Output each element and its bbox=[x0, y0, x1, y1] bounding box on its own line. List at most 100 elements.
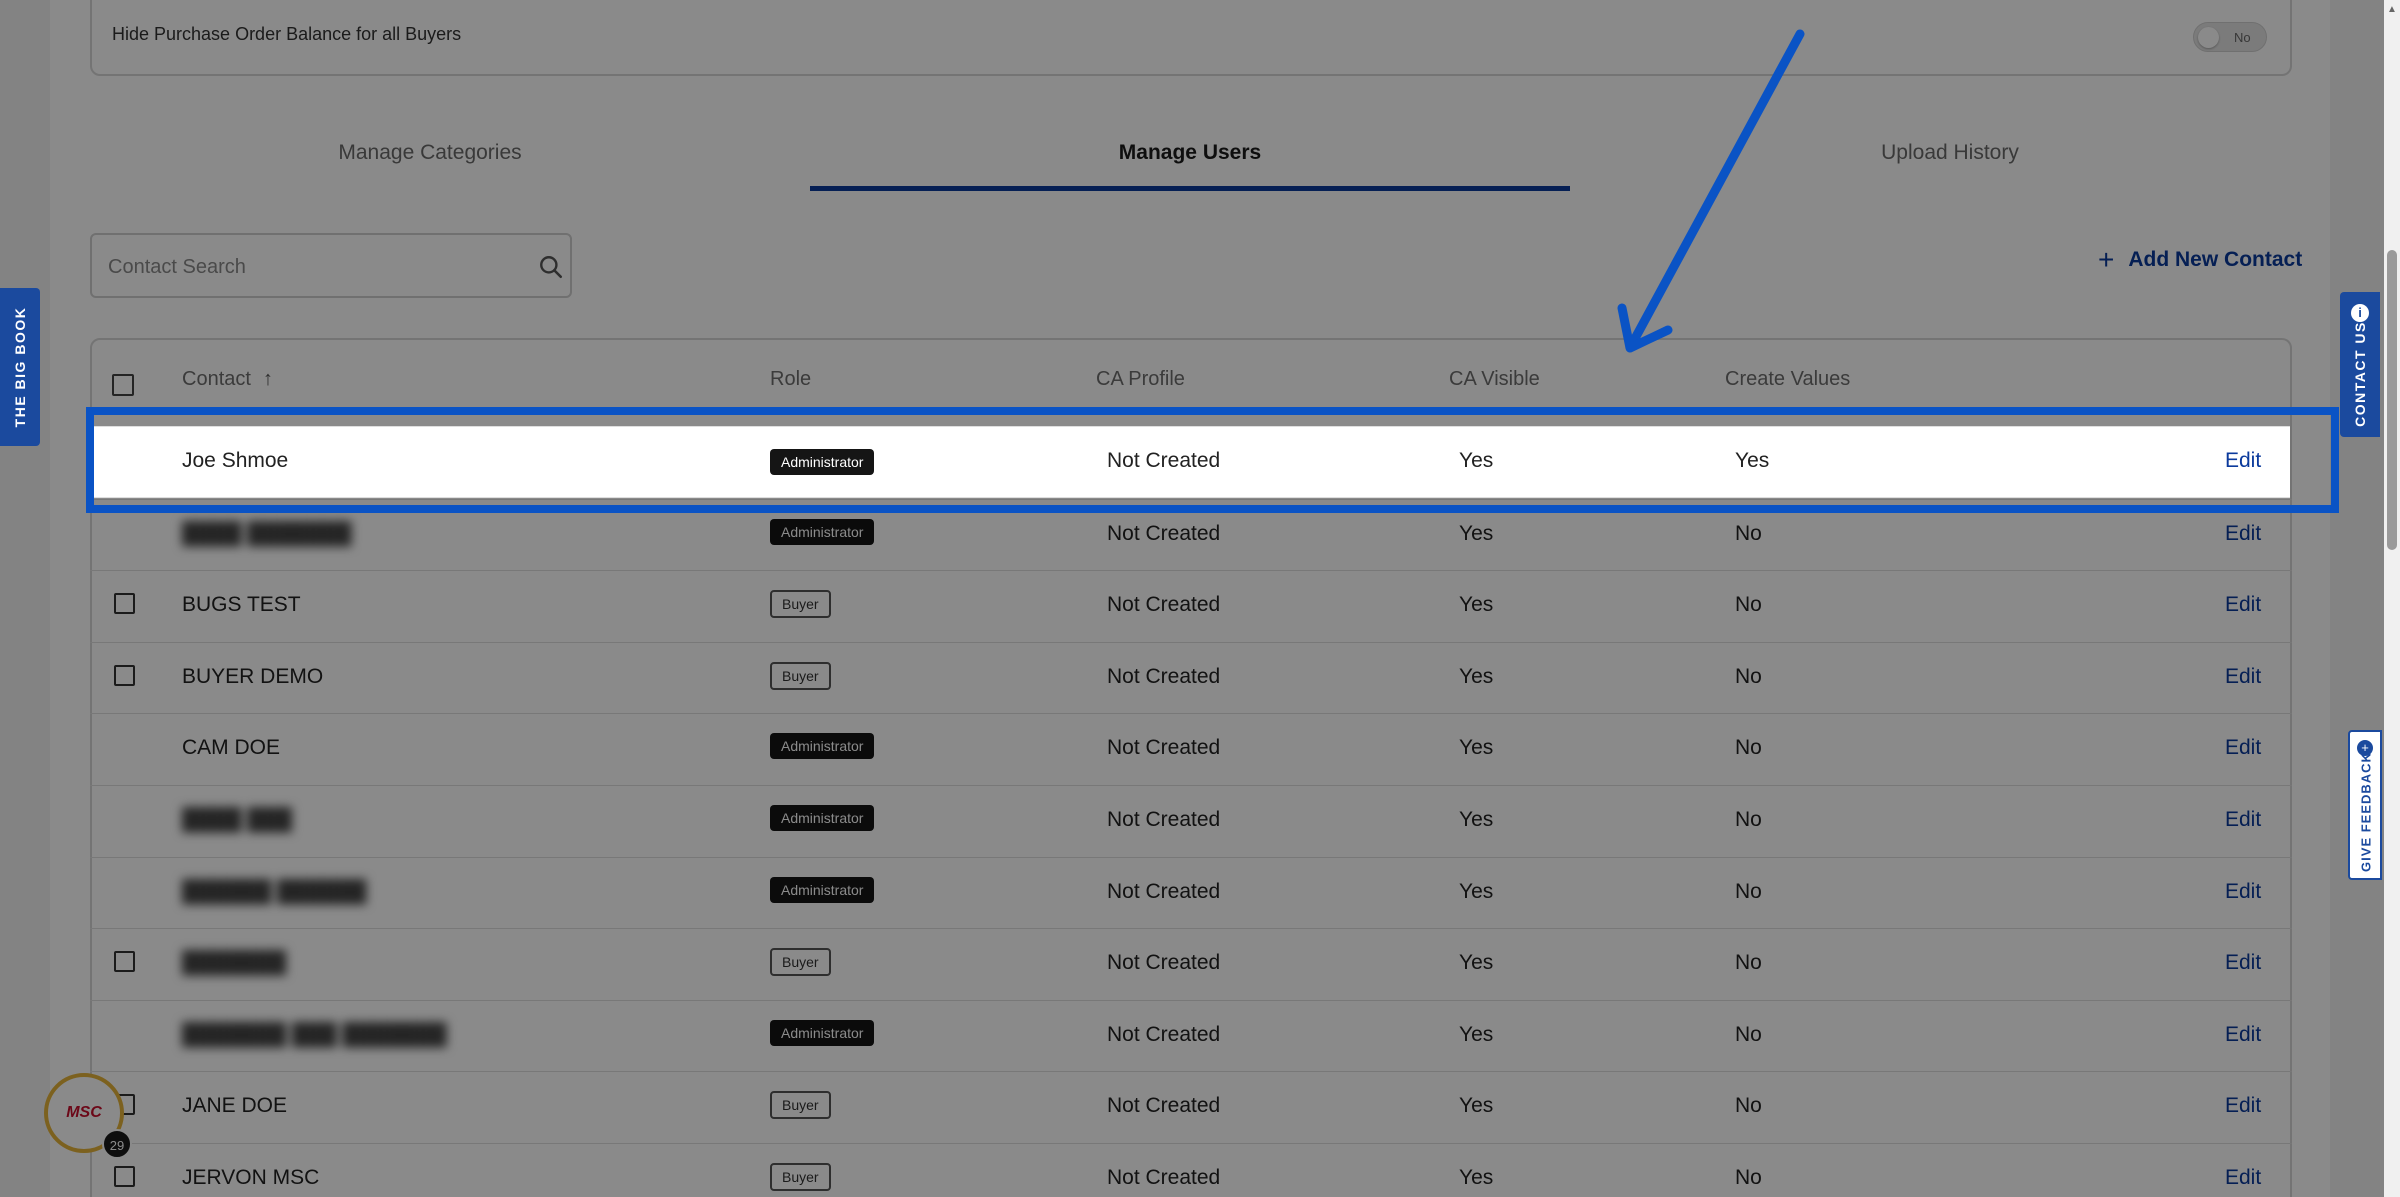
ca-visible-cell: Yes bbox=[1459, 593, 1494, 617]
role-cell: Buyer bbox=[770, 661, 831, 690]
row-checkbox[interactable] bbox=[114, 1166, 135, 1187]
scroll-thumb[interactable] bbox=[2387, 250, 2397, 550]
column-header-contact[interactable]: Contact ↑ bbox=[182, 368, 273, 391]
role-cell: Administrator bbox=[770, 733, 875, 760]
ca-profile-cell: Not Created bbox=[1107, 1094, 1221, 1118]
role-badge: Administrator bbox=[770, 1019, 875, 1046]
edit-link[interactable]: Edit bbox=[2225, 1023, 2261, 1047]
role-cell: Buyer bbox=[770, 1163, 831, 1191]
role-badge: Administrator bbox=[770, 876, 875, 903]
page: Hide Purchase Order Balance for all Buye… bbox=[0, 0, 2400, 1197]
role-cell: Administrator bbox=[770, 1019, 875, 1046]
contact-name: BUGS TEST bbox=[182, 593, 301, 617]
table-row[interactable]: BUYER DEMO Buyer Not Created Yes No Edit bbox=[90, 641, 2292, 714]
ca-visible-cell: Yes bbox=[1459, 664, 1494, 688]
role-badge: Administrator bbox=[770, 733, 875, 760]
role-cell: Buyer bbox=[770, 590, 831, 619]
edit-link[interactable]: Edit bbox=[2225, 880, 2261, 904]
role-cell: Buyer bbox=[770, 1091, 831, 1120]
role-cell: Administrator bbox=[770, 518, 875, 545]
role-badge: Buyer bbox=[770, 661, 831, 690]
create-values-cell: No bbox=[1735, 664, 1762, 688]
ca-profile-cell: Not Created bbox=[1107, 879, 1221, 903]
column-header-create-values: Create Values bbox=[1725, 368, 1851, 390]
role-badge: Administrator bbox=[770, 805, 875, 831]
tab-manage-users[interactable]: Manage Users bbox=[810, 140, 1570, 192]
contact-name: ███████ bbox=[182, 951, 287, 975]
table-row[interactable]: CAM DOE Administrator Not Created Yes No Edit bbox=[90, 713, 2292, 785]
column-header-role: Role bbox=[770, 368, 812, 390]
contact-name: CAM DOE bbox=[182, 736, 281, 760]
row-checkbox[interactable] bbox=[114, 664, 135, 686]
table-row[interactable]: ████ ███████ Administrator Not Created Yes N… bbox=[90, 498, 2292, 571]
left-gutter bbox=[0, 0, 50, 1197]
toggle-knob bbox=[2198, 27, 2219, 48]
table-row[interactable]: BUGS TEST Buyer Not Created Yes No Edit bbox=[90, 570, 2292, 642]
contact-name: ████ ███████ bbox=[182, 521, 352, 545]
add-new-contact-button[interactable]: + Add New Contact bbox=[2098, 244, 2302, 275]
role-badge: Buyer bbox=[770, 1163, 831, 1191]
ca-visible-cell: Yes bbox=[1459, 951, 1494, 975]
table-row[interactable]: ████ ███ Administrator Not Created Yes No Edi… bbox=[90, 785, 2292, 857]
edit-link[interactable]: Edit bbox=[2225, 736, 2261, 760]
give-feedback-label: GIVE FEEDBACK bbox=[2358, 752, 2374, 872]
edit-link[interactable]: Edit bbox=[2225, 522, 2261, 546]
role-badge: Buyer bbox=[770, 1091, 831, 1120]
table-row[interactable]: JANE DOE Buyer Not Created Yes No Edit bbox=[90, 1071, 2292, 1143]
row-checkbox[interactable] bbox=[114, 951, 135, 973]
contact-name: ███████ ███ ███████ bbox=[182, 1022, 447, 1046]
notification-count: 29 bbox=[102, 1129, 132, 1159]
give-feedback-tab[interactable]: + GIVE FEEDBACK bbox=[2348, 730, 2382, 880]
create-values-cell: No bbox=[1735, 1094, 1762, 1118]
ca-profile-cell: Not Created bbox=[1107, 593, 1221, 617]
contact-name: ████ ███ bbox=[182, 808, 292, 831]
edit-link[interactable]: Edit bbox=[2225, 1094, 2261, 1118]
table-row-highlighted[interactable]: Joe Shmoe Administrator Not Created Yes … bbox=[92, 426, 2290, 498]
table-row[interactable]: ███████ Buyer Not Created Yes No Edit bbox=[90, 928, 2292, 1000]
table-row[interactable]: ███████ ███ ███████ Administrator Not Crea… bbox=[90, 999, 2292, 1072]
page-scrollbar[interactable]: ▲ bbox=[2384, 0, 2400, 1197]
create-values-cell: No bbox=[1735, 1166, 1762, 1189]
tab-upload-history[interactable]: Upload History bbox=[1570, 140, 2330, 192]
role-cell: Administrator bbox=[770, 805, 875, 831]
role-badge: Administrator bbox=[770, 518, 875, 545]
create-values-cell: Yes bbox=[1735, 449, 1770, 472]
msc-assistant-badge[interactable]: MSC 29 bbox=[44, 1073, 132, 1159]
ca-visible-cell: Yes bbox=[1459, 1094, 1494, 1118]
select-all-checkbox[interactable] bbox=[112, 374, 134, 396]
big-book-tab[interactable]: THE BIG BOOK bbox=[0, 288, 40, 446]
sort-ascending-icon[interactable]: ↑ bbox=[263, 368, 273, 391]
edit-link[interactable]: Edit bbox=[2225, 665, 2261, 689]
ca-visible-cell: Yes bbox=[1459, 736, 1494, 760]
role-cell: Administrator bbox=[770, 876, 875, 903]
info-icon: i bbox=[2351, 304, 2369, 322]
plus-icon: + bbox=[2098, 244, 2115, 275]
create-values-cell: No bbox=[1735, 736, 1762, 760]
ca-profile-cell: Not Created bbox=[1107, 521, 1221, 545]
row-checkbox[interactable] bbox=[114, 593, 135, 615]
contact-name: Joe Shmoe bbox=[182, 449, 289, 472]
header-contact-label: Contact bbox=[182, 368, 251, 390]
scroll-up-icon[interactable]: ▲ bbox=[2387, 4, 2397, 15]
column-header-ca-profile: CA Profile bbox=[1096, 368, 1185, 390]
contact-us-tab[interactable]: i CONTACT US bbox=[2340, 292, 2380, 437]
table-row[interactable]: ██████ ██████ Administrator Not Created Yes… bbox=[90, 856, 2292, 929]
ca-visible-cell: Yes bbox=[1459, 879, 1494, 903]
msc-logo: MSC bbox=[66, 1104, 102, 1121]
big-book-label: THE BIG BOOK bbox=[12, 306, 28, 428]
create-values-cell: No bbox=[1735, 593, 1762, 617]
purchase-order-toggle[interactable]: No bbox=[2193, 22, 2267, 52]
create-values-cell: No bbox=[1735, 808, 1762, 831]
settings-label: Hide Purchase Order Balance for all Buye… bbox=[112, 24, 462, 44]
edit-link[interactable]: Edit bbox=[2225, 449, 2261, 473]
edit-link[interactable]: Edit bbox=[2225, 1166, 2261, 1190]
contact-name: BUYER DEMO bbox=[182, 664, 324, 688]
edit-link[interactable]: Edit bbox=[2225, 808, 2261, 832]
contact-search-input[interactable] bbox=[108, 253, 508, 281]
edit-link[interactable]: Edit bbox=[2225, 951, 2261, 975]
tab-manage-categories[interactable]: Manage Categories bbox=[90, 140, 770, 192]
ca-visible-cell: Yes bbox=[1459, 808, 1494, 831]
edit-link[interactable]: Edit bbox=[2225, 593, 2261, 617]
table-row[interactable]: JERVON MSC Buyer Not Created Yes No Edit bbox=[90, 1143, 2292, 1197]
search-icon[interactable] bbox=[538, 254, 564, 280]
